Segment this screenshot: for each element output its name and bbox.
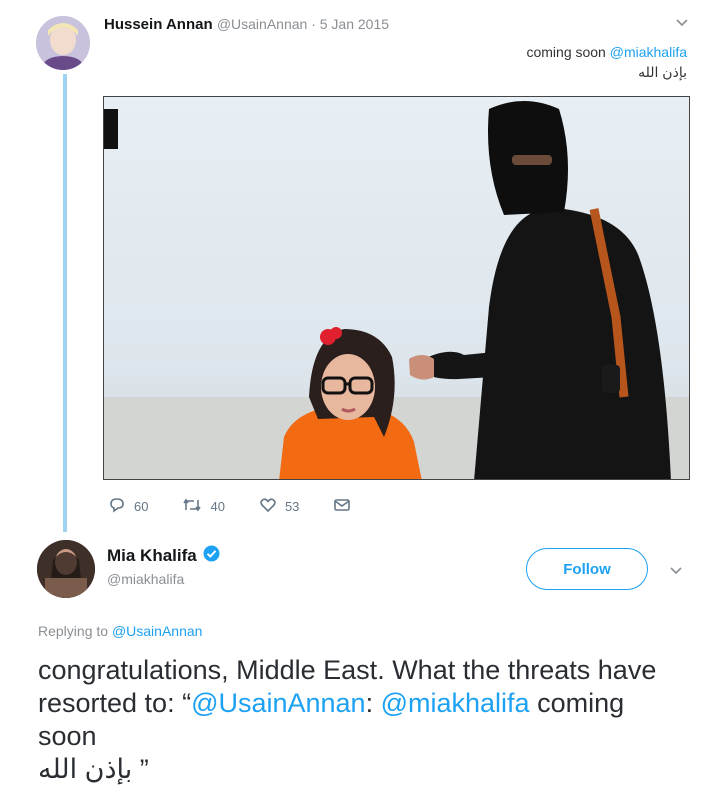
- tweet-body: congratulations, Middle East. What the t…: [38, 654, 678, 786]
- mention-link[interactable]: @miakhalifa: [610, 44, 687, 60]
- avatar[interactable]: [37, 540, 95, 598]
- avatar[interactable]: [36, 16, 90, 70]
- chevron-down-icon[interactable]: [670, 562, 682, 578]
- dm-button[interactable]: [333, 497, 359, 516]
- reply-icon: [108, 497, 134, 516]
- author-name[interactable]: Mia Khalifa: [107, 546, 197, 566]
- body-text-part2: :: [365, 688, 381, 718]
- replying-to: Replying to @UsainAnnan: [38, 623, 202, 639]
- mention-link[interactable]: @miakhalifa: [381, 688, 530, 718]
- replying-prefix: Replying to: [38, 623, 112, 639]
- tweet-text: coming soon @miakhalifa بإذن الله: [526, 42, 687, 82]
- retweet-icon: [182, 497, 210, 516]
- follow-button[interactable]: Follow: [526, 548, 648, 590]
- author-name[interactable]: Hussein Annan: [104, 16, 213, 33]
- tweet-text-plain: coming soon: [526, 44, 610, 60]
- author-meta: @UsainAnnan · 5 Jan 2015: [216, 16, 390, 32]
- body-quote-close: ”: [132, 754, 149, 784]
- chevron-down-icon[interactable]: [676, 14, 688, 30]
- like-button[interactable]: 53: [259, 497, 299, 516]
- dm-icon: [333, 497, 359, 516]
- thread-connector: [63, 74, 67, 532]
- like-icon: [259, 497, 285, 516]
- mention-link[interactable]: @UsainAnnan: [191, 688, 366, 718]
- body-arabic: بإذن الله: [38, 754, 133, 784]
- body-arabic-line: بإذن الله ”: [38, 753, 678, 786]
- retweet-button[interactable]: 40: [182, 497, 225, 516]
- reply-button[interactable]: 60: [108, 497, 148, 516]
- reply-count: 60: [134, 499, 149, 514]
- verified-icon: [203, 545, 220, 567]
- retweet-count: 40: [210, 499, 225, 514]
- author-name-row: Mia Khalifa: [107, 545, 220, 567]
- author-handle[interactable]: @miakhalifa: [107, 571, 184, 587]
- tweet-header: Hussein Annan @UsainAnnan · 5 Jan 2015: [104, 16, 389, 33]
- tweet-text-arabic: بإذن الله: [638, 64, 687, 80]
- tweet-actions: 60 40 53: [108, 497, 393, 516]
- replying-handle-link[interactable]: @UsainAnnan: [112, 623, 203, 639]
- like-count: 53: [284, 499, 300, 514]
- tweet-media-image[interactable]: [103, 96, 690, 480]
